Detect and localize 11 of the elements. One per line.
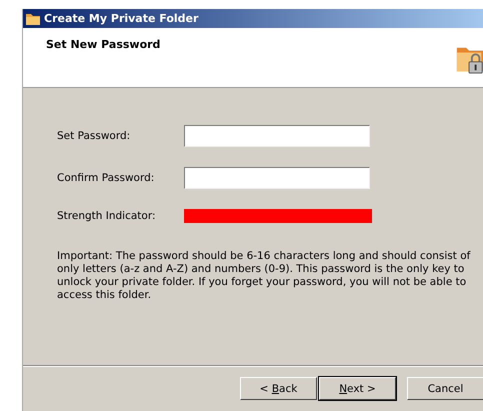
wizard-button[interactable]: < Back: [240, 377, 317, 400]
window-title: Create My Private Folder: [44, 12, 198, 25]
page-heading: Set New Password: [46, 38, 160, 51]
info-text: Important: The password should be 6-16 characters long and should consist of only letters (a-z and A-Z) and numbers (0-9). This password is the only key to unlock your private folder. If you forget your password, you will not be able to access this folder.: [57, 250, 472, 302]
field-label: Set Password:: [57, 130, 132, 142]
field-label: Strength Indicator:: [57, 210, 157, 222]
wizard-button[interactable]: Cancel: [407, 377, 483, 400]
password-field[interactable]: [184, 125, 370, 147]
field-label: Confirm Password:: [57, 172, 156, 184]
password-field[interactable]: [184, 167, 370, 189]
wizard-button[interactable]: Next >: [319, 377, 396, 400]
